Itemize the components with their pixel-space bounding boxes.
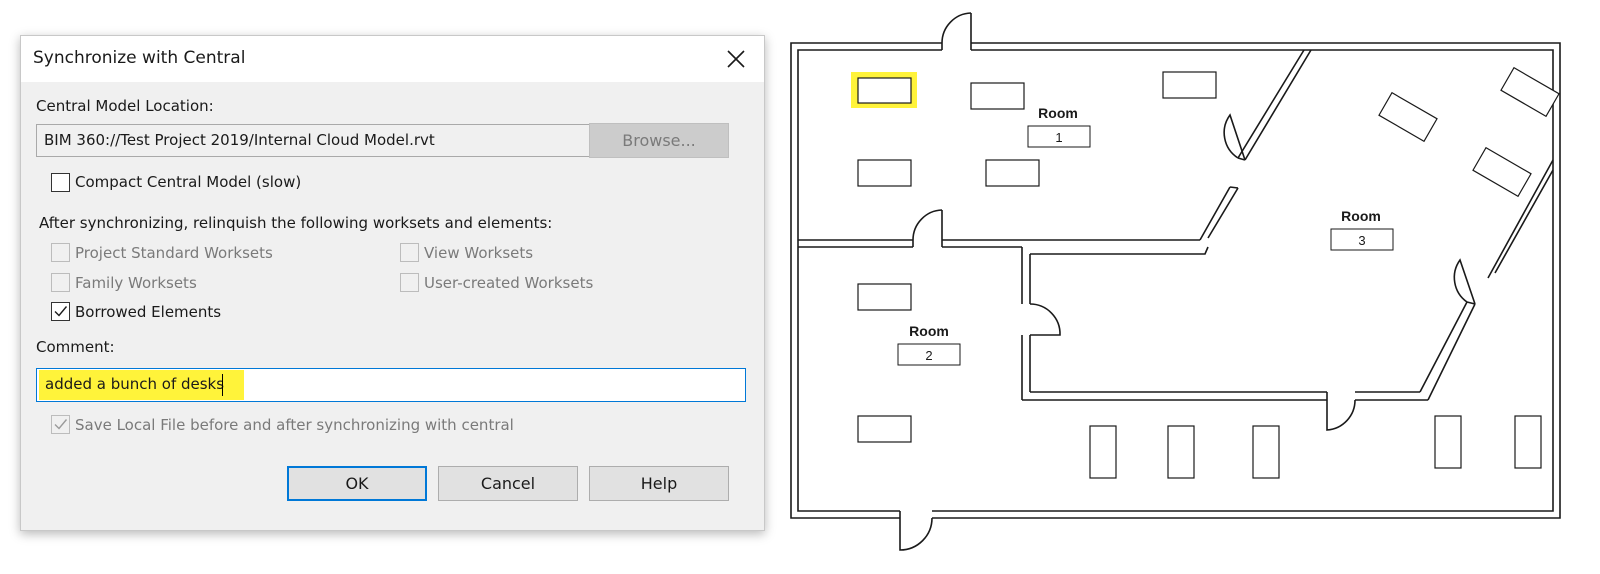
help-button[interactable]: Help	[589, 466, 729, 501]
desk	[1434, 415, 1462, 469]
save-local-label: Save Local File before and after synchro…	[75, 416, 514, 434]
room-name-3: Room	[1341, 208, 1381, 224]
family-worksets-label: Family Worksets	[75, 274, 197, 292]
sync-dialog: Synchronize with Central Central Model L…	[20, 35, 765, 531]
borrowed-elements-label: Borrowed Elements	[75, 303, 222, 321]
checkmark-icon	[54, 306, 68, 317]
comment-label: Comment:	[36, 338, 115, 356]
desk	[857, 415, 912, 443]
desk	[1162, 71, 1217, 99]
room-number-1: 1	[1055, 130, 1062, 145]
door-room3-left	[1029, 303, 1061, 336]
desk	[1472, 146, 1532, 198]
project-standard-worksets-checkbox[interactable]	[51, 243, 70, 262]
room-name-2: Room	[909, 323, 949, 339]
comment-value: added a bunch of desks	[45, 375, 225, 393]
ok-button[interactable]: OK	[287, 466, 427, 501]
dialog-titlebar: Synchronize with Central	[21, 36, 764, 82]
close-icon[interactable]	[726, 49, 746, 69]
save-local-checkbox[interactable]	[51, 415, 70, 434]
family-worksets-checkbox[interactable]	[51, 273, 70, 292]
central-model-path: BIM 360://Test Project 2019/Internal Clo…	[44, 131, 435, 149]
user-created-worksets-label: User-created Worksets	[424, 274, 594, 292]
compact-checkbox[interactable]	[51, 173, 70, 192]
user-created-worksets-checkbox[interactable]	[400, 273, 419, 292]
relinquish-heading: After synchronizing, relinquish the foll…	[39, 214, 553, 232]
room-tag-1: Room 1	[1027, 105, 1091, 148]
wall-room1-room2	[798, 239, 1200, 248]
diagonal-wall-lower	[1199, 186, 1239, 241]
wall-room3-bottom	[1022, 391, 1428, 401]
room-number-2: 2	[925, 348, 932, 363]
central-model-path-field: BIM 360://Test Project 2019/Internal Clo…	[36, 124, 602, 157]
view-worksets-checkbox[interactable]	[400, 243, 419, 262]
door-room3-bottom	[1326, 392, 1356, 431]
room-tag-3: Room 3	[1330, 208, 1394, 251]
view-worksets-label: View Worksets	[424, 244, 534, 262]
desk	[985, 159, 1040, 187]
door-diagonal	[1223, 113, 1246, 189]
project-standard-worksets-label: Project Standard Worksets	[75, 244, 273, 262]
desk	[857, 283, 912, 311]
compact-label: Compact Central Model (slow)	[75, 173, 302, 191]
desk	[857, 159, 912, 187]
desk	[1514, 415, 1542, 469]
room-number-3: 3	[1358, 233, 1365, 248]
wall-room3-left	[1021, 247, 1031, 400]
right-diagonal-lower	[1419, 301, 1476, 401]
cancel-button[interactable]: Cancel	[438, 466, 578, 501]
desk	[1378, 91, 1438, 143]
desk	[857, 77, 912, 104]
door-room1-room2	[912, 209, 943, 247]
desk	[1089, 425, 1117, 479]
text-caret	[222, 374, 223, 396]
door-bottom	[899, 511, 933, 551]
desk	[970, 82, 1025, 110]
diagonal-wall-upper	[1237, 49, 1312, 161]
room-tag-2: Room 2	[897, 323, 961, 366]
central-model-label: Central Model Location:	[36, 97, 214, 115]
desks	[851, 66, 1560, 479]
door-top	[941, 12, 972, 50]
browse-button[interactable]: Browse...	[589, 123, 729, 158]
comment-input[interactable]: added a bunch of desks	[36, 368, 746, 402]
checkmark-icon	[54, 419, 68, 430]
desk	[1167, 425, 1195, 479]
desk	[1500, 66, 1560, 118]
floor-plan: Room 1 Room 2 Room 3	[790, 12, 1561, 551]
room-name-1: Room	[1038, 105, 1078, 121]
desk	[1252, 425, 1280, 479]
borrowed-elements-checkbox[interactable]	[51, 302, 70, 321]
dialog-title: Synchronize with Central	[33, 48, 246, 68]
door-right	[1453, 258, 1476, 305]
wall-room3-top	[1030, 246, 1209, 255]
